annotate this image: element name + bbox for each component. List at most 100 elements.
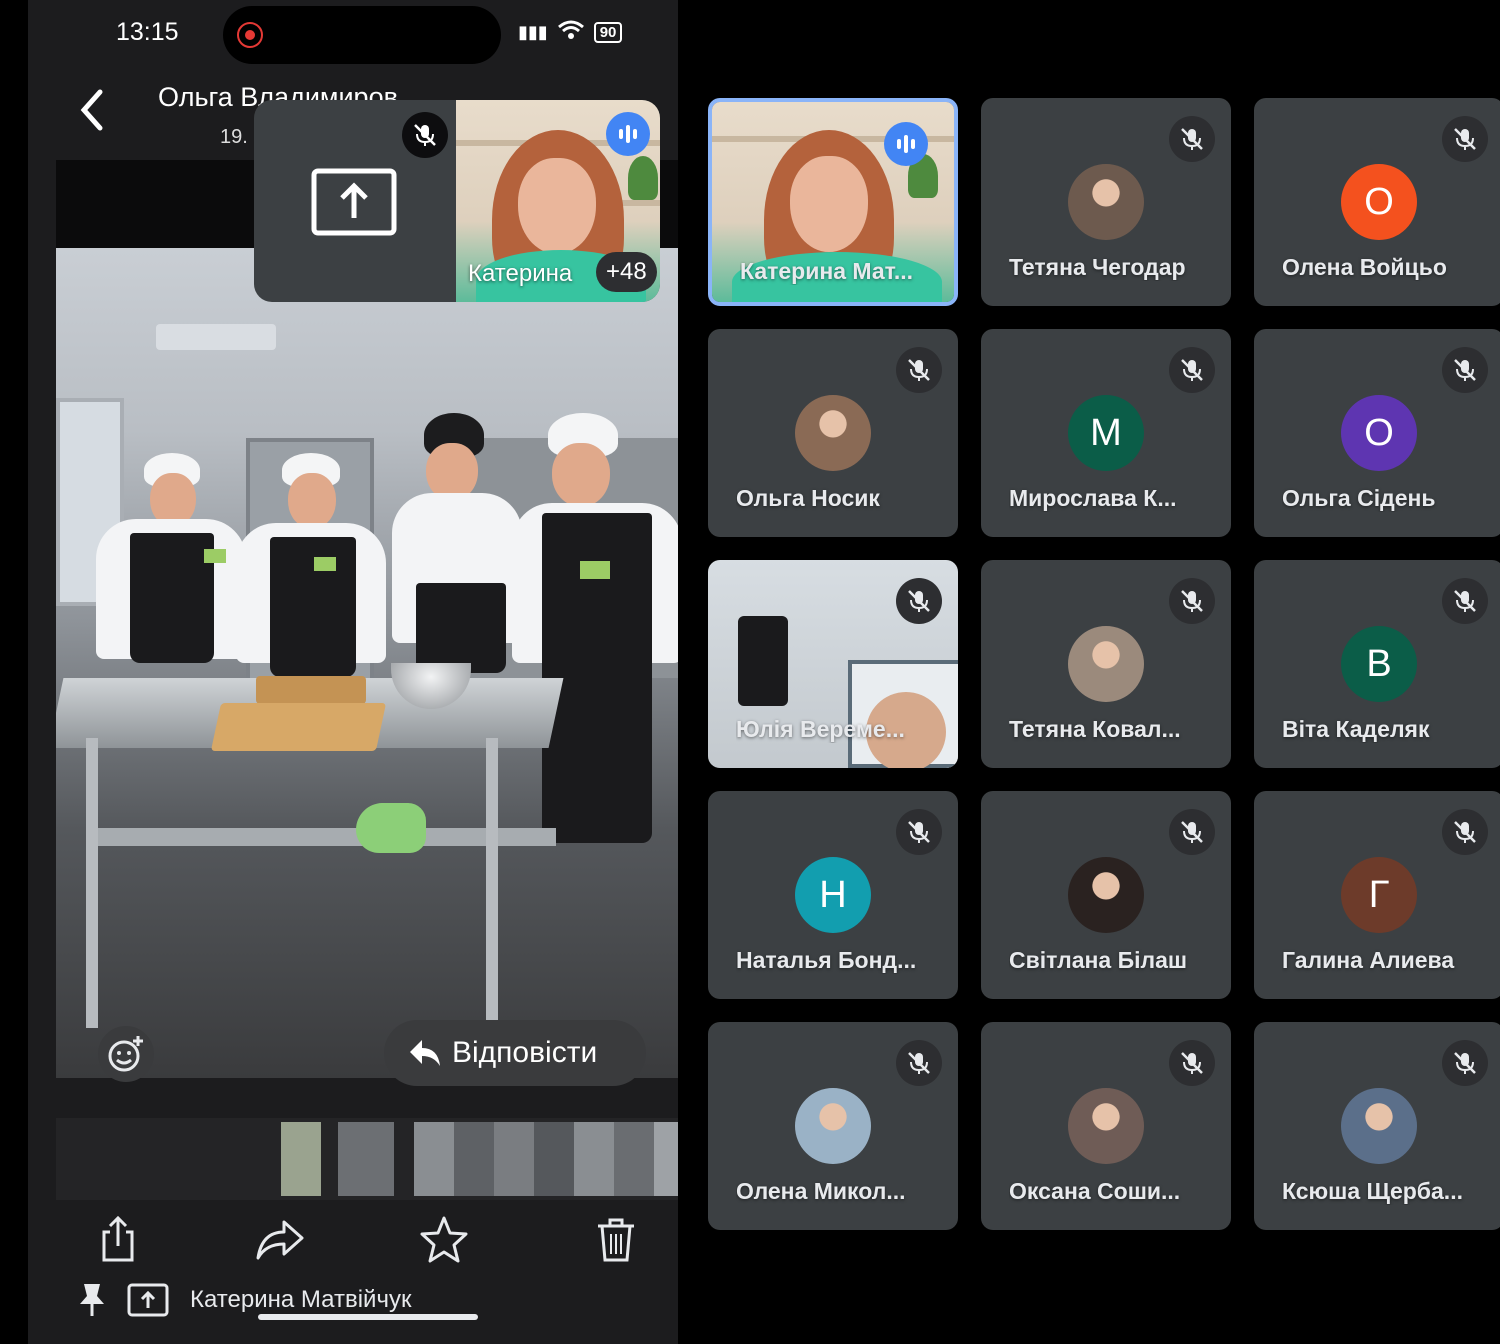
status-time: 13:15 — [116, 18, 179, 46]
photo-thumbnail[interactable] — [574, 1122, 614, 1196]
mic-off-icon — [896, 809, 942, 855]
participant-tile[interactable]: Олена Микол... — [708, 1022, 958, 1230]
participant-tile[interactable]: Катерина Мат... — [708, 98, 958, 306]
participant-avatar: М — [1068, 395, 1144, 471]
participant-avatar — [795, 395, 871, 471]
phone-screen: 13:15 ▮▮▮ 90 Ольга Владимиров 19. Відпов… — [28, 0, 678, 1344]
sender-date: 19. — [220, 126, 248, 148]
table-leg — [86, 738, 98, 1028]
add-reaction-button[interactable] — [98, 1026, 154, 1082]
self-view-label: Катерина — [468, 260, 573, 287]
pin-icon[interactable] — [78, 1282, 106, 1318]
speaking-indicator-icon — [884, 122, 928, 166]
participant-avatar — [1068, 164, 1144, 240]
participant-tile[interactable]: Юлія Вереме... — [708, 560, 958, 768]
participant-name: Віта Каделяк — [1282, 716, 1430, 742]
back-arrow-icon[interactable] — [70, 86, 118, 134]
smiley-plus-icon — [108, 1036, 143, 1072]
participant-name: Катерина Мат... — [740, 258, 914, 284]
mic-off-icon — [1442, 116, 1488, 162]
self-view-tile[interactable]: Катерина +48 — [254, 100, 660, 302]
participant-name: Ольга Сідень — [1282, 485, 1436, 511]
mic-off-icon — [402, 112, 448, 158]
participant-tile[interactable]: Ольга Носик — [708, 329, 958, 537]
table-leg — [486, 738, 498, 1028]
mic-off-icon — [896, 578, 942, 624]
mic-off-icon — [1169, 1040, 1215, 1086]
reply-label: Відповісти — [452, 1036, 598, 1069]
mic-off-icon — [1169, 578, 1215, 624]
mic-off-icon — [1169, 347, 1215, 393]
mic-off-icon — [1169, 116, 1215, 162]
share-icon[interactable] — [92, 1214, 144, 1266]
star-icon[interactable] — [418, 1214, 470, 1266]
participant-name: Олена Микол... — [736, 1178, 906, 1204]
participant-name: Галина Алиева — [1282, 947, 1455, 973]
green-bag — [356, 803, 426, 853]
forward-icon[interactable] — [254, 1214, 306, 1266]
baking-tray — [256, 676, 366, 704]
status-icons: ▮▮▮ 90 — [518, 20, 623, 45]
photo-thumbnail[interactable] — [338, 1122, 394, 1196]
participant-avatar: О — [1341, 164, 1417, 240]
participant-tile[interactable]: Оксана Соши... — [981, 1022, 1231, 1230]
participant-name: Юлія Вереме... — [736, 716, 905, 742]
wifi-icon — [557, 20, 584, 45]
participant-name: Світлана Білаш — [1009, 947, 1188, 973]
meet-presenting-bar: Катерина Матвійчук — [78, 1282, 411, 1318]
participant-name: Тетяна Ковал... — [1009, 716, 1181, 742]
participant-name: Оксана Соши... — [1009, 1178, 1181, 1204]
photo-thumbnail[interactable] — [414, 1122, 454, 1196]
participant-avatar: Н — [795, 857, 871, 933]
participant-tile[interactable]: Г Галина Алиева — [1254, 791, 1500, 999]
participant-avatar: В — [1341, 626, 1417, 702]
photo-thumbnail[interactable] — [494, 1122, 534, 1196]
participant-tile[interactable]: Світлана Білаш — [981, 791, 1231, 999]
participant-name: Олена Войцьо — [1282, 254, 1447, 280]
home-indicator[interactable] — [258, 1314, 478, 1320]
mic-off-icon — [1442, 809, 1488, 855]
photo-thumbnail[interactable] — [454, 1122, 494, 1196]
speaking-indicator-icon — [606, 112, 650, 156]
participant-tile[interactable]: Тетяна Чегодар — [981, 98, 1231, 306]
present-screen-icon[interactable] — [126, 1282, 170, 1318]
mic-off-icon — [1442, 347, 1488, 393]
presenter-name: Катерина Матвійчук — [190, 1286, 412, 1313]
participant-tile[interactable]: В Віта Каделяк — [1254, 560, 1500, 768]
mic-off-icon — [1169, 809, 1215, 855]
present-screen-icon[interactable] — [311, 168, 397, 236]
participant-tile[interactable]: Ксюша Щерба... — [1254, 1022, 1500, 1230]
ceiling-light — [156, 324, 276, 350]
participant-count[interactable]: +48 — [596, 252, 657, 292]
participant-avatar: Г — [1341, 857, 1417, 933]
participant-avatar — [795, 1088, 871, 1164]
recording-icon — [237, 22, 263, 48]
participant-name: Ксюша Щерба... — [1282, 1178, 1463, 1204]
photo-thumbnail[interactable] — [281, 1122, 321, 1196]
participant-tile[interactable]: М Мирослава К... — [981, 329, 1231, 537]
battery-icon: 90 — [593, 22, 623, 43]
mic-off-icon — [896, 347, 942, 393]
photo-thumbnail[interactable] — [534, 1122, 574, 1196]
participant-name: Тетяна Чегодар — [1009, 254, 1186, 280]
participant-tile[interactable]: Н Наталья Бонд... — [708, 791, 958, 999]
reply-button[interactable]: Відповісти — [384, 1020, 646, 1086]
participant-tile[interactable]: О Ольга Сідень — [1254, 329, 1500, 537]
shared-photo[interactable] — [56, 248, 678, 1078]
participant-tile[interactable]: Тетяна Ковал... — [981, 560, 1231, 768]
photo-thumbnail[interactable] — [654, 1122, 678, 1196]
participant-tile[interactable]: О Олена Войцьо — [1254, 98, 1500, 306]
photo-thumbnail[interactable] — [614, 1122, 654, 1196]
signal-icon: ▮▮▮ — [518, 22, 548, 42]
mic-off-icon — [1442, 578, 1488, 624]
participant-name: Мирослава К... — [1009, 485, 1177, 511]
participant-avatar — [1068, 1088, 1144, 1164]
mic-off-icon — [896, 1040, 942, 1086]
participant-avatar — [1068, 626, 1144, 702]
thumbnail-strip — [56, 1118, 678, 1200]
trash-icon[interactable] — [590, 1214, 642, 1266]
baking-tray — [210, 703, 387, 751]
participant-avatar — [1341, 1088, 1417, 1164]
reply-arrow-icon — [410, 1040, 440, 1066]
self-video-feed: Катерина +48 — [456, 100, 660, 302]
